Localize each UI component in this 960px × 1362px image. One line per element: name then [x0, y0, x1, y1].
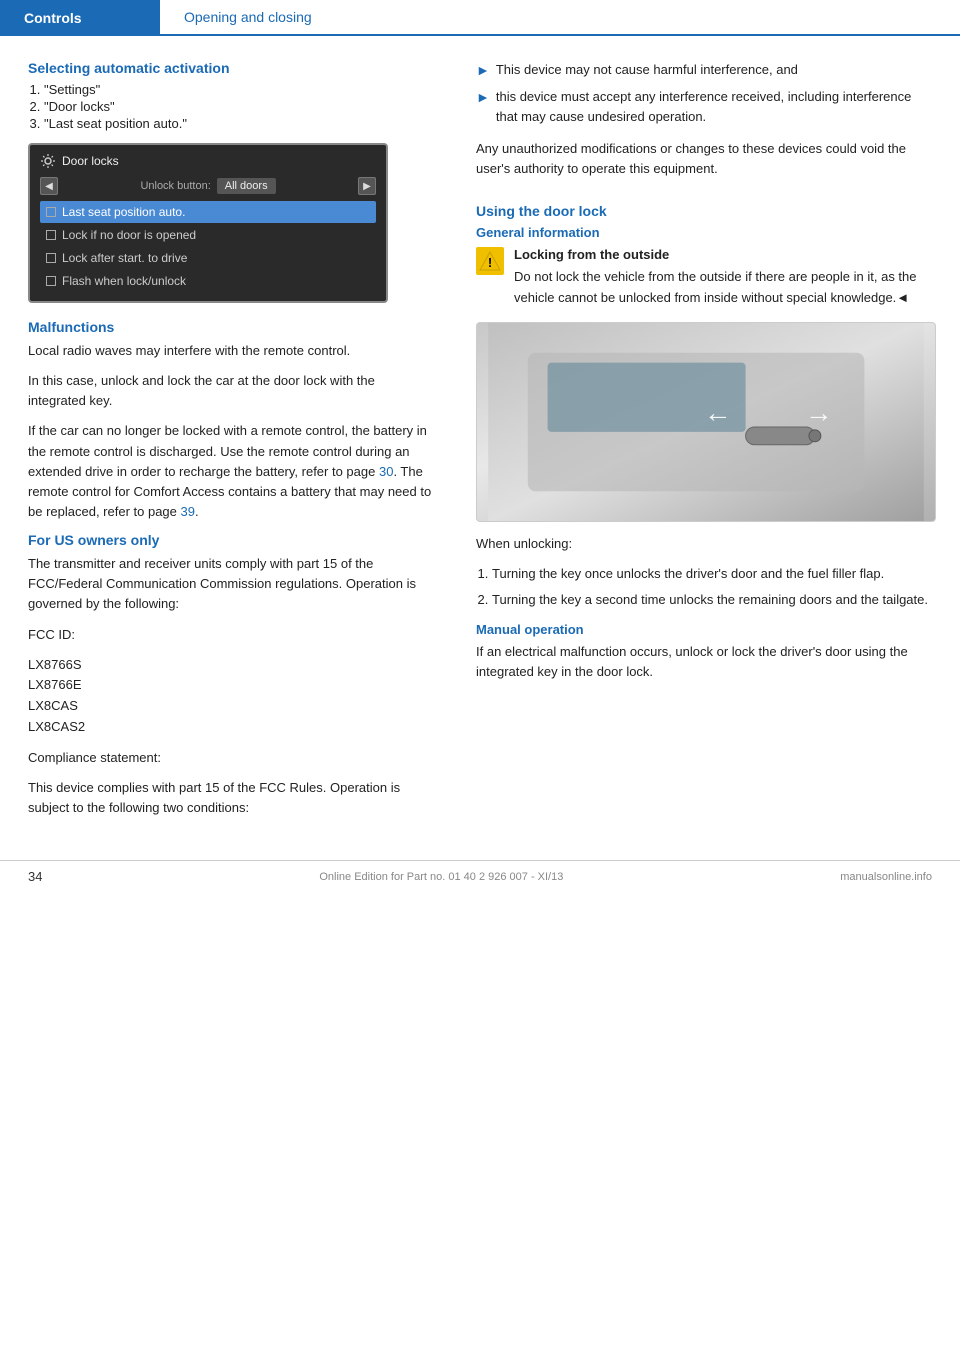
unauthorized-p: Any unauthorized modifications or change…: [476, 139, 936, 179]
menu-item-lock-after-start[interactable]: Lock after start. to drive: [40, 247, 376, 269]
section-tab: Opening and closing: [160, 0, 960, 36]
checkbox-flash: [46, 276, 56, 286]
checkbox-lock-no-door: [46, 230, 56, 240]
for-us-title: For US owners only: [28, 532, 432, 548]
compliance-p1: This device complies with part 15 of the…: [28, 778, 432, 818]
settings-icon: [40, 153, 56, 169]
page-number: 34: [28, 869, 42, 884]
nav-right-btn[interactable]: ▶: [358, 177, 376, 195]
car-door-image: → ←: [476, 322, 936, 522]
svg-text:!: !: [488, 255, 492, 270]
fcc-item-2: LX8766E: [28, 675, 432, 696]
arrow-bullet-1: ►: [476, 60, 490, 82]
footer-center: Online Edition for Part no. 01 40 2 926 …: [319, 871, 563, 883]
warning-box: ! Locking from the outside Do not lock t…: [476, 245, 936, 307]
page-footer: 34 Online Edition for Part no. 01 40 2 9…: [0, 860, 960, 892]
steps-list: "Settings" "Door locks" "Last seat posit…: [44, 82, 432, 131]
screen-title-bar: Door locks: [40, 153, 376, 169]
svg-text:←: ←: [704, 397, 732, 428]
main-content: Selecting automatic activation "Settings…: [0, 36, 960, 828]
step-2: "Door locks": [44, 99, 432, 114]
section-label: Opening and closing: [184, 9, 312, 25]
for-us-p1: The transmitter and receiver units compl…: [28, 554, 432, 614]
screen-nav-left[interactable]: ◀: [40, 177, 58, 195]
door-locks-screen: Door locks ◀ Unlock button: All doors ▶ …: [28, 143, 388, 303]
unlock-label: Unlock button:: [140, 180, 210, 192]
unlock-step-1: Turning the key once unlocks the driver'…: [492, 564, 936, 584]
menu-item-flash[interactable]: Flash when lock/unlock: [40, 270, 376, 292]
step-1: "Settings": [44, 82, 432, 97]
page-header: Controls Opening and closing: [0, 0, 960, 36]
nav-left-btn[interactable]: ◀: [40, 177, 58, 195]
malfunctions-p2: In this case, unlock and lock the car at…: [28, 371, 432, 411]
controls-label: Controls: [24, 10, 82, 26]
warning-title: Locking from the outside: [514, 245, 936, 265]
fcc-item-4: LX8CAS2: [28, 717, 432, 738]
malfunctions-title: Malfunctions: [28, 319, 432, 335]
menu-item-lock-no-door[interactable]: Lock if no door is opened: [40, 224, 376, 246]
unlock-step-2: Turning the key a second time unlocks th…: [492, 590, 936, 610]
fcc-item-3: LX8CAS: [28, 696, 432, 717]
compliance-statement: Compliance statement:: [28, 748, 432, 768]
malfunctions-p3: If the car can no longer be locked with …: [28, 421, 432, 522]
svg-text:→: →: [805, 397, 833, 428]
screen-title: Door locks: [62, 154, 119, 168]
unlock-steps-list: Turning the key once unlocks the driver'…: [492, 564, 936, 610]
manual-operation-title: Manual operation: [476, 622, 936, 637]
screen-menu: Last seat position auto. Lock if no door…: [40, 201, 376, 292]
fcc-list: LX8766S LX8766E LX8CAS LX8CAS2: [28, 655, 432, 738]
fcc-item-1: LX8766S: [28, 655, 432, 676]
menu-item-last-seat[interactable]: Last seat position auto.: [40, 201, 376, 223]
arrow-list: ► This device may not cause harmful inte…: [476, 60, 936, 127]
arrow-item-2: ► this device must accept any interferen…: [476, 87, 936, 127]
screen-top-bar: ◀ Unlock button: All doors ▶: [40, 177, 376, 195]
warning-icon: !: [476, 247, 504, 275]
link-page-39[interactable]: 39: [181, 504, 195, 519]
footer-right: manualsonline.info: [840, 871, 932, 883]
arrow-item-1: ► This device may not cause harmful inte…: [476, 60, 936, 82]
malfunctions-p1: Local radio waves may interfere with the…: [28, 341, 432, 361]
fcc-id: FCC ID:: [28, 625, 432, 645]
manual-operation-p: If an electrical malfunction occurs, unl…: [476, 642, 936, 682]
unlock-value: All doors: [217, 178, 276, 194]
warning-text: Locking from the outside Do not lock the…: [514, 245, 936, 307]
left-column: Selecting automatic activation "Settings…: [0, 60, 460, 828]
checkbox-last-seat: [46, 207, 56, 217]
checkbox-lock-after-start: [46, 253, 56, 263]
screen-nav-right[interactable]: ▶: [358, 177, 376, 195]
controls-tab: Controls: [0, 0, 160, 36]
step-3: "Last seat position auto.": [44, 116, 432, 131]
link-page-30[interactable]: 30: [379, 464, 393, 479]
using-door-lock-title: Using the door lock: [476, 203, 936, 219]
selecting-title: Selecting automatic activation: [28, 60, 432, 76]
general-info-title: General information: [476, 225, 936, 240]
when-unlocking: When unlocking:: [476, 534, 936, 554]
right-column: ► This device may not cause harmful inte…: [460, 60, 960, 828]
arrow-bullet-2: ►: [476, 87, 490, 109]
